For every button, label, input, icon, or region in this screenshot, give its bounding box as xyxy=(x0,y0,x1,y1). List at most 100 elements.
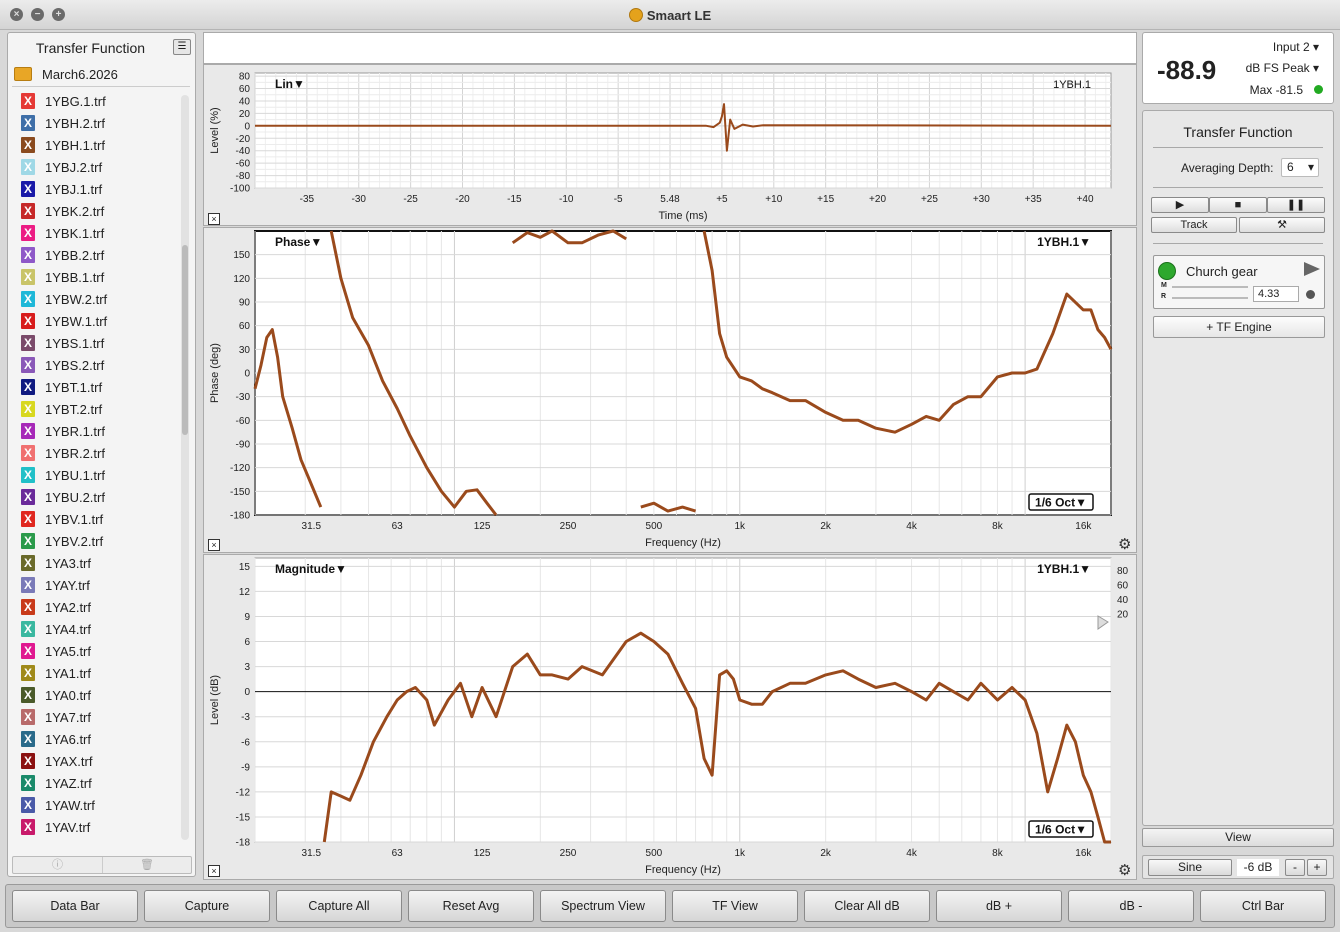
plot-area xyxy=(254,557,1112,843)
averaging-depth-select[interactable]: 6 ▾ xyxy=(1281,158,1319,177)
engine-delay-field[interactable]: 4.33 xyxy=(1253,286,1299,302)
command-button-capture[interactable]: Capture xyxy=(144,890,270,922)
add-tf-engine-button[interactable]: + TF Engine xyxy=(1153,316,1325,338)
y-tick-label: 40 xyxy=(239,96,251,107)
command-button-db[interactable]: dB + xyxy=(936,890,1062,922)
close-plot-icon[interactable]: × xyxy=(208,539,220,551)
file-item[interactable]: X 1YBK.1.trf xyxy=(12,222,184,244)
x-tick-label: -10 xyxy=(559,194,574,205)
unit-select[interactable]: dB FS Peak ▾ xyxy=(1246,61,1319,75)
stop-button[interactable]: ■ xyxy=(1209,197,1267,213)
signal-plus-button[interactable]: + xyxy=(1307,859,1327,876)
close-plot-icon[interactable]: × xyxy=(208,213,220,225)
input-select[interactable]: Input 2 ▾ xyxy=(1273,40,1319,54)
window-title-text: Smaart LE xyxy=(646,8,712,23)
engine-status-icon[interactable] xyxy=(1158,262,1176,280)
tools-button[interactable]: ⚒ xyxy=(1239,217,1325,233)
file-item[interactable]: X 1YBG.1.trf xyxy=(12,90,184,112)
impulse-plot-panel: 80 60 40 20 0 -20 -40 -60 -80 -100 -35 -30 -25 -20 -15… xyxy=(203,64,1137,226)
file-item[interactable]: X 1YA2.trf xyxy=(12,596,184,618)
command-button-tf-view[interactable]: TF View xyxy=(672,890,798,922)
file-item[interactable]: X 1YBU.1.trf xyxy=(12,464,184,486)
file-item[interactable]: X 1YBR.2.trf xyxy=(12,442,184,464)
file-name: 1YA5.trf xyxy=(45,644,92,659)
command-button-spectrum-view[interactable]: Spectrum View xyxy=(540,890,666,922)
file-item[interactable]: X 1YA3.trf xyxy=(12,552,184,574)
sidebar-menu-icon[interactable]: ☰ xyxy=(173,39,191,55)
file-item[interactable]: X 1YBU.2.trf xyxy=(12,486,184,508)
file-item[interactable]: X 1YBJ.2.trf xyxy=(12,156,184,178)
command-button-data-bar[interactable]: Data Bar xyxy=(12,890,138,922)
file-item[interactable]: X 1YBT.2.trf xyxy=(12,398,184,420)
trace-label: 1YBH.1▼ xyxy=(1037,235,1091,249)
folder-row[interactable]: March6.2026 xyxy=(12,63,190,87)
command-button-capture-all[interactable]: Capture All xyxy=(276,890,402,922)
file-item[interactable]: X 1YA6.trf xyxy=(12,728,184,750)
command-button-clear-all-db[interactable]: Clear All dB xyxy=(804,890,930,922)
trf-file-icon: X xyxy=(21,687,35,703)
file-item[interactable]: X 1YBT.1.trf xyxy=(12,376,184,398)
play-button[interactable]: ▶ xyxy=(1151,197,1209,213)
command-button-reset-avg[interactable]: Reset Avg xyxy=(408,890,534,922)
file-item[interactable]: X 1YAW.trf xyxy=(12,794,184,816)
trash-icon[interactable]: 🗑 xyxy=(102,857,191,873)
sidebar-scrollbar[interactable] xyxy=(181,95,189,840)
close-plot-icon[interactable]: × xyxy=(208,865,220,877)
file-item[interactable]: X 1YBK.2.trf xyxy=(12,200,184,222)
file-item[interactable]: X 1YA0.trf xyxy=(12,684,184,706)
info-icon[interactable]: ⓘ xyxy=(13,857,102,873)
file-item[interactable]: X 1YAZ.trf xyxy=(12,772,184,794)
folder-icon xyxy=(14,67,32,81)
file-item[interactable]: X 1YBR.1.trf xyxy=(12,420,184,442)
y-tick-label: 15 xyxy=(239,562,251,573)
command-button-db[interactable]: dB - xyxy=(1068,890,1194,922)
engine-expand-icon[interactable] xyxy=(1304,262,1320,276)
pause-button[interactable]: ❚❚ xyxy=(1267,197,1325,213)
signal-minus-button[interactable]: - xyxy=(1285,859,1305,876)
signal-type-button[interactable]: Sine xyxy=(1148,859,1232,876)
file-item[interactable]: X 1YBB.1.trf xyxy=(12,266,184,288)
file-item[interactable]: X 1YBH.1.trf xyxy=(12,134,184,156)
file-item[interactable]: X 1YA7.trf xyxy=(12,706,184,728)
gear-icon[interactable]: ⚙ xyxy=(1118,861,1131,879)
file-item[interactable]: X 1YBS.1.trf xyxy=(12,332,184,354)
magnitude-plot[interactable]: 15129630-3-6-9-12-15-1831.5 63 125 250 500 1k… xyxy=(204,555,1136,879)
track-button[interactable]: Track xyxy=(1151,217,1237,233)
y-tick-label: 20 xyxy=(239,109,251,120)
file-item[interactable]: X 1YBW.2.trf xyxy=(12,288,184,310)
file-item[interactable]: X 1YBV.1.trf xyxy=(12,508,184,530)
impulse-plot[interactable]: 806040200-20-40-60-80-100-35 -30 -25 -20 -15… xyxy=(204,65,1136,225)
y-tick-label: 0 xyxy=(244,687,250,698)
sidebar-scroll-thumb[interactable] xyxy=(182,245,188,435)
file-item[interactable]: X 1YAX.trf xyxy=(12,750,184,772)
file-name: 1YBV.1.trf xyxy=(45,512,104,527)
trace-label: 1YBH.1 xyxy=(1053,79,1091,91)
file-name: 1YBB.2.trf xyxy=(45,248,105,263)
file-item[interactable]: X 1YBW.1.trf xyxy=(12,310,184,332)
file-item[interactable]: X 1YBV.2.trf xyxy=(12,530,184,552)
y2-tick-label: 20 xyxy=(1117,610,1129,621)
file-item[interactable]: X 1YA5.trf xyxy=(12,640,184,662)
file-item[interactable]: X 1YBB.2.trf xyxy=(12,244,184,266)
phase-plot[interactable]: 150 120 90 60 30 0 -30 -60 -90 -120 -150 -180 31.5 63… xyxy=(204,228,1136,552)
trf-file-icon: X xyxy=(21,489,35,505)
file-item[interactable]: X 1YA1.trf xyxy=(12,662,184,684)
tf-engine-card[interactable]: Church gear M R 4.33 xyxy=(1153,255,1325,309)
x-axis-label: Time (ms) xyxy=(658,210,707,222)
trf-file-icon: X xyxy=(21,511,35,527)
file-item[interactable]: X 1YBJ.1.trf xyxy=(12,178,184,200)
file-item[interactable]: X 1YA4.trf xyxy=(12,618,184,640)
view-button[interactable]: View xyxy=(1142,828,1334,847)
record-icon[interactable] xyxy=(1306,290,1315,299)
file-item[interactable]: X 1YAY.trf xyxy=(12,574,184,596)
file-item[interactable]: X 1YBH.2.trf xyxy=(12,112,184,134)
input-meter[interactable]: -88.9 Input 2 ▾ dB FS Peak ▾ Max -81.5 xyxy=(1142,32,1334,104)
gear-icon[interactable]: ⚙ xyxy=(1118,535,1131,553)
trf-file-icon: X xyxy=(21,555,35,571)
command-button-ctrl-bar[interactable]: Ctrl Bar xyxy=(1200,890,1326,922)
x-axis-label: Frequency (Hz) xyxy=(645,537,721,549)
file-item[interactable]: X 1YBS.2.trf xyxy=(12,354,184,376)
input-select-text: Input 2 xyxy=(1272,40,1310,54)
smoothing-select: 1/6 Oct▼ xyxy=(1035,496,1087,510)
file-item[interactable]: X 1YAV.trf xyxy=(12,816,184,838)
